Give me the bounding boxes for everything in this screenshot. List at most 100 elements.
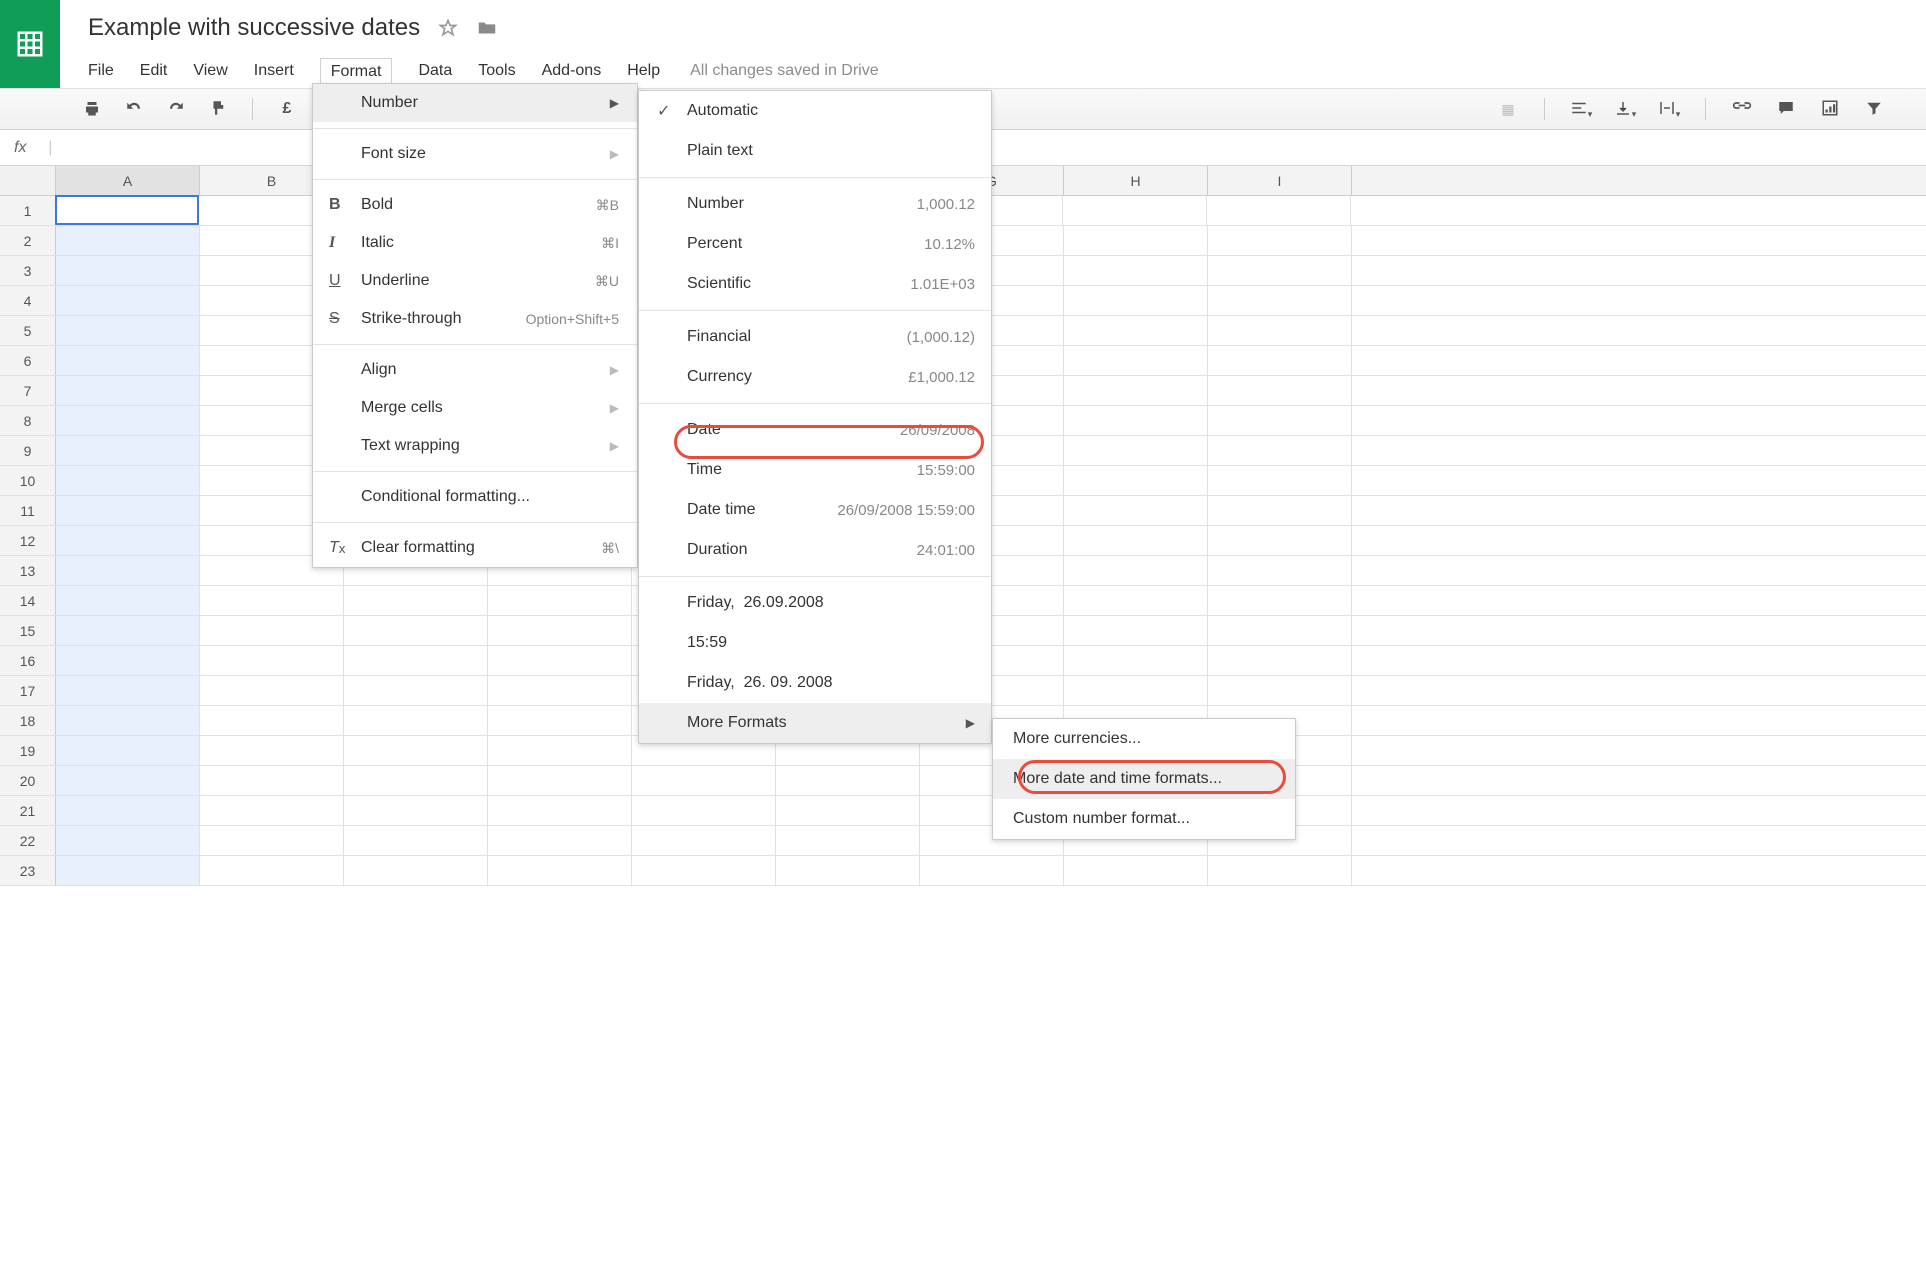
active-cell[interactable] — [55, 195, 199, 225]
cell[interactable] — [1208, 256, 1352, 285]
row-header[interactable]: 9 — [0, 436, 56, 465]
row-header[interactable]: 1 — [0, 196, 56, 225]
menu-edit[interactable]: Edit — [140, 62, 168, 80]
cell[interactable] — [56, 586, 200, 615]
cell[interactable] — [1064, 676, 1208, 705]
menu-file[interactable]: File — [88, 62, 114, 80]
cell[interactable] — [344, 736, 488, 765]
row-header[interactable]: 5 — [0, 316, 56, 345]
select-all-corner[interactable] — [0, 166, 56, 195]
cell[interactable] — [1208, 466, 1352, 495]
cell[interactable] — [200, 586, 344, 615]
cell[interactable] — [56, 556, 200, 585]
cell[interactable] — [200, 736, 344, 765]
cell[interactable] — [56, 856, 200, 885]
cell[interactable] — [344, 856, 488, 885]
row-header[interactable]: 13 — [0, 556, 56, 585]
cell[interactable] — [1207, 196, 1351, 225]
more-icon[interactable]: ▦ — [1496, 101, 1520, 118]
cell[interactable] — [1064, 226, 1208, 255]
cell[interactable] — [1208, 316, 1352, 345]
cell[interactable] — [344, 826, 488, 855]
col-header[interactable]: H — [1064, 166, 1208, 195]
currency-btn[interactable]: £ — [275, 100, 299, 118]
valign-icon[interactable]: ▾ — [1613, 99, 1637, 120]
cell[interactable] — [1064, 856, 1208, 885]
cell[interactable] — [1208, 556, 1352, 585]
row-header[interactable]: 19 — [0, 736, 56, 765]
cell[interactable] — [56, 766, 200, 795]
cell[interactable] — [776, 856, 920, 885]
cell[interactable] — [488, 586, 632, 615]
num-duration[interactable]: Duration24:01:00 — [639, 530, 991, 570]
col-header[interactable]: I — [1208, 166, 1352, 195]
row-header[interactable]: 20 — [0, 766, 56, 795]
cell[interactable] — [1064, 646, 1208, 675]
cell[interactable] — [1208, 406, 1352, 435]
cell[interactable] — [1208, 346, 1352, 375]
format-italic[interactable]: IItalic⌘I — [313, 224, 637, 262]
cell[interactable] — [1208, 856, 1352, 885]
cell[interactable] — [200, 796, 344, 825]
cell[interactable] — [1064, 556, 1208, 585]
format-bold[interactable]: BBold⌘B — [313, 186, 637, 224]
cell[interactable] — [344, 616, 488, 645]
format-conditional[interactable]: Conditional formatting... — [313, 478, 637, 516]
cell[interactable] — [1064, 286, 1208, 315]
cell[interactable] — [1064, 586, 1208, 615]
row-header[interactable]: 12 — [0, 526, 56, 555]
halign-icon[interactable]: ▾ — [1569, 99, 1593, 120]
filter-icon[interactable] — [1862, 99, 1886, 120]
cell[interactable] — [1063, 196, 1207, 225]
cell[interactable] — [344, 586, 488, 615]
format-number[interactable]: Number▶ — [313, 84, 637, 122]
format-clear[interactable]: TxClear formatting⌘\ — [313, 529, 637, 567]
num-time[interactable]: Time15:59:00 — [639, 450, 991, 490]
num-financial[interactable]: Financial(1,000.12) — [639, 317, 991, 357]
cell[interactable] — [488, 706, 632, 735]
row-header[interactable]: 8 — [0, 406, 56, 435]
row-header[interactable]: 17 — [0, 676, 56, 705]
menu-tools[interactable]: Tools — [478, 62, 515, 80]
menu-help[interactable]: Help — [627, 62, 660, 80]
cell[interactable] — [1208, 586, 1352, 615]
cell[interactable] — [776, 766, 920, 795]
cell[interactable] — [1208, 526, 1352, 555]
col-header[interactable]: A — [56, 166, 200, 195]
cell[interactable] — [56, 226, 200, 255]
cell[interactable] — [920, 856, 1064, 885]
cell[interactable] — [56, 376, 200, 405]
star-icon[interactable] — [438, 18, 458, 38]
cell[interactable] — [200, 676, 344, 705]
num-more-formats[interactable]: More Formats▶ — [639, 703, 991, 743]
print-icon[interactable] — [80, 99, 104, 120]
cell[interactable] — [632, 856, 776, 885]
cell[interactable] — [1064, 496, 1208, 525]
cell[interactable] — [56, 496, 200, 525]
format-merge[interactable]: Merge cells▶ — [313, 389, 637, 427]
undo-icon[interactable] — [122, 99, 146, 120]
cell[interactable] — [1064, 616, 1208, 645]
row-header[interactable]: 2 — [0, 226, 56, 255]
comment-icon[interactable] — [1774, 99, 1798, 120]
num-custom2[interactable]: 15:59 — [639, 623, 991, 663]
more-currencies[interactable]: More currencies... — [993, 719, 1295, 759]
cell[interactable] — [1064, 526, 1208, 555]
row-header[interactable]: 10 — [0, 466, 56, 495]
document-title[interactable]: Example with successive dates — [88, 14, 420, 42]
format-font-size[interactable]: Font size▶ — [313, 135, 637, 173]
row-header[interactable]: 3 — [0, 256, 56, 285]
cell[interactable] — [56, 436, 200, 465]
folder-icon[interactable] — [476, 17, 498, 39]
cell[interactable] — [200, 706, 344, 735]
cell[interactable] — [1208, 226, 1352, 255]
app-logo[interactable] — [0, 0, 60, 88]
cell[interactable] — [632, 796, 776, 825]
row-header[interactable]: 22 — [0, 826, 56, 855]
redo-icon[interactable] — [164, 99, 188, 120]
cell[interactable] — [56, 736, 200, 765]
cell[interactable] — [344, 766, 488, 795]
row-header[interactable]: 14 — [0, 586, 56, 615]
cell[interactable] — [1208, 496, 1352, 525]
menu-format[interactable]: Format — [320, 58, 393, 85]
